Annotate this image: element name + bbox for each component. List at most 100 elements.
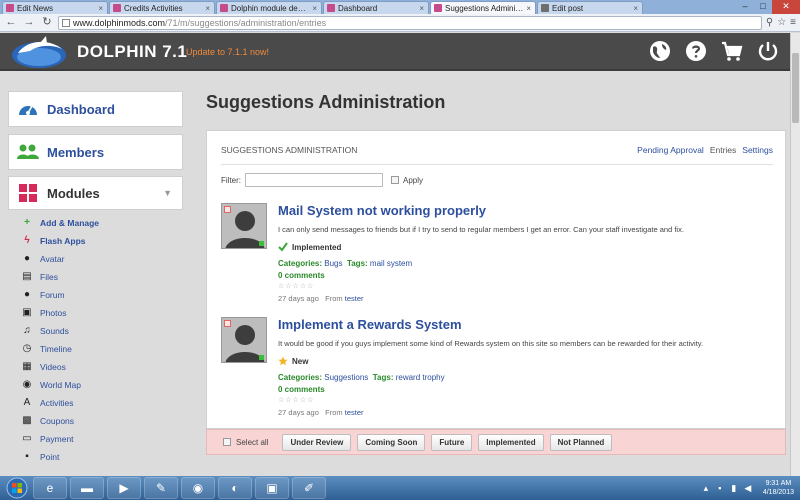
entry-comments[interactable]: 0 comments xyxy=(278,385,325,394)
author-link[interactable]: tester xyxy=(345,294,364,303)
close-tab-icon[interactable]: × xyxy=(98,3,103,14)
sidebar-dashboard[interactable]: Dashboard xyxy=(8,91,183,127)
reload-icon[interactable]: ↻ xyxy=(40,16,54,30)
avatar[interactable] xyxy=(221,203,267,249)
menu-item-activities[interactable]: A Activities xyxy=(22,394,183,412)
apply-checkbox[interactable] xyxy=(391,176,399,184)
chrome-icon[interactable]: ◉ xyxy=(181,477,215,499)
screen-app-icon[interactable]: ▣ xyxy=(255,477,289,499)
menu-item-forum[interactable]: ● Forum xyxy=(22,286,183,304)
menu-item-photos[interactable]: ▣ Photos xyxy=(22,304,183,322)
not-planned-button[interactable]: Not Planned xyxy=(549,433,613,451)
browser-tab-demo[interactable]: Dolphin module demo si...× xyxy=(216,1,322,14)
star-icon xyxy=(278,356,288,366)
update-link[interactable]: Update to 7.1.1 now! xyxy=(186,47,269,57)
folder-icon[interactable]: ▬ xyxy=(70,477,104,499)
menu-item-payment[interactable]: ▭ Payment xyxy=(22,430,183,448)
app-icon[interactable]: ◐ xyxy=(218,477,252,499)
entry-comments[interactable]: 0 comments xyxy=(278,271,325,280)
select-all[interactable]: Select all xyxy=(223,438,268,447)
back-arrow-icon[interactable]: ← xyxy=(4,16,18,30)
sidebar-modules-header[interactable]: Modules ▼ xyxy=(8,176,183,210)
menu-item-add-manage[interactable]: + Add & Manage xyxy=(22,214,183,232)
panel-header: SUGGESTIONS ADMINISTRATION Pending Appro… xyxy=(221,145,773,165)
menu-item-videos[interactable]: ▦ Videos xyxy=(22,358,183,376)
tag-link[interactable]: reward trophy xyxy=(396,373,445,382)
brand-title[interactable]: DOLPHIN 7.1 xyxy=(77,42,187,62)
tray-arrow-icon[interactable]: ▴ xyxy=(701,483,711,493)
menu-item-world-map[interactable]: ◉ World Map xyxy=(22,376,183,394)
menu-item-files[interactable]: ▤ Files xyxy=(22,268,183,286)
chevron-down-icon[interactable]: ▼ xyxy=(163,188,172,198)
entry-title[interactable]: Mail System not working properly xyxy=(278,203,486,218)
avatar[interactable] xyxy=(221,317,267,363)
bulk-action-bar: Select all Under Review Coming Soon Futu… xyxy=(206,429,786,455)
menu-item-flash-apps[interactable]: ϟ Flash Apps xyxy=(22,232,183,250)
browser-tab-edit-post[interactable]: Edit post × xyxy=(537,1,643,14)
rating-stars-icon[interactable]: ☆☆☆☆☆ xyxy=(278,396,314,404)
browser-tab-credits[interactable]: Credits Activities × xyxy=(109,1,215,14)
entry-select-checkbox[interactable] xyxy=(224,206,231,213)
sidebar-members[interactable]: Members xyxy=(8,134,183,170)
file-icon: ▤ xyxy=(22,271,32,282)
future-button[interactable]: Future xyxy=(431,433,473,451)
menu-item-avatar[interactable]: ● Avatar xyxy=(22,250,183,268)
menu-item-point[interactable]: ▪ Point xyxy=(22,448,183,466)
forward-arrow-icon[interactable]: → xyxy=(22,16,36,30)
volume-icon[interactable]: ◀ xyxy=(743,483,753,493)
sidebar-modules-label: Modules xyxy=(47,185,100,201)
power-icon[interactable] xyxy=(756,39,780,63)
internet-explorer-icon[interactable]: e xyxy=(33,477,67,499)
maximize-icon[interactable]: □ xyxy=(754,0,772,14)
coming-soon-button[interactable]: Coming Soon xyxy=(357,433,426,451)
scrollbar-thumb[interactable] xyxy=(792,53,799,123)
paint-icon[interactable]: ✐ xyxy=(292,477,326,499)
url-field[interactable]: www.dolphinmods.com/71/m/suggestions/adm… xyxy=(58,15,762,30)
network-icon[interactable]: ▮ xyxy=(729,483,739,493)
close-tab-icon[interactable]: × xyxy=(205,3,210,14)
close-tab-icon[interactable]: × xyxy=(633,3,638,14)
rating-stars-icon[interactable]: ☆☆☆☆☆ xyxy=(278,282,314,290)
under-review-button[interactable]: Under Review xyxy=(282,433,352,451)
windows-start-icon[interactable] xyxy=(4,477,30,499)
window-close-icon[interactable]: ✕ xyxy=(772,0,800,14)
page-scrollbar[interactable] xyxy=(790,33,800,476)
implemented-button[interactable]: Implemented xyxy=(478,433,544,451)
category-link[interactable]: Bugs xyxy=(324,259,342,268)
entries-link[interactable]: Entries xyxy=(710,145,736,155)
menu-item-timeline[interactable]: ◷ Timeline xyxy=(22,340,183,358)
menu-item-sounds[interactable]: ♫ Sounds xyxy=(22,322,183,340)
favicon-icon xyxy=(327,4,335,12)
select-all-checkbox[interactable] xyxy=(223,438,231,446)
tool-icon[interactable]: ✎ xyxy=(144,477,178,499)
tag-link[interactable]: mail system xyxy=(370,259,412,268)
zoom-icon[interactable]: ⚲ xyxy=(766,17,773,28)
dolphin-logo-icon[interactable] xyxy=(10,35,68,69)
entry-select-checkbox[interactable] xyxy=(224,320,231,327)
globe-icon[interactable] xyxy=(648,39,672,63)
bookmark-star-icon[interactable]: ☆ xyxy=(777,17,786,28)
category-link[interactable]: Suggestions xyxy=(324,373,368,382)
minimize-icon[interactable]: – xyxy=(736,0,754,14)
help-icon[interactable] xyxy=(684,39,708,63)
browser-tab-dashboard[interactable]: Dashboard × xyxy=(323,1,429,14)
user-icon: ● xyxy=(23,253,31,264)
close-tab-icon[interactable]: × xyxy=(312,3,317,14)
menu-item-coupons[interactable]: ▩ Coupons xyxy=(22,412,183,430)
tray-app-icon[interactable]: ▪ xyxy=(715,483,725,493)
system-clock[interactable]: 9:31 AM 4/18/2013 xyxy=(763,479,794,497)
close-tab-icon[interactable]: × xyxy=(419,3,424,14)
entry-status: Implemented xyxy=(278,242,341,252)
entry-title[interactable]: Implement a Rewards System xyxy=(278,317,462,332)
close-tab-icon[interactable]: × xyxy=(526,3,531,14)
browser-tab-suggestions[interactable]: Suggestions Administra...× xyxy=(430,1,536,14)
panel-title: SUGGESTIONS ADMINISTRATION xyxy=(221,145,358,155)
filter-input[interactable] xyxy=(245,173,383,187)
pending-approval-link[interactable]: Pending Approval xyxy=(637,145,704,155)
browser-tab-edit-news[interactable]: Edit News × xyxy=(2,1,108,14)
media-player-icon[interactable]: ▶ xyxy=(107,477,141,499)
settings-link[interactable]: Settings xyxy=(742,145,773,155)
cart-icon[interactable] xyxy=(720,39,744,63)
menu-icon[interactable]: ≡ xyxy=(790,17,796,28)
author-link[interactable]: tester xyxy=(345,408,364,417)
